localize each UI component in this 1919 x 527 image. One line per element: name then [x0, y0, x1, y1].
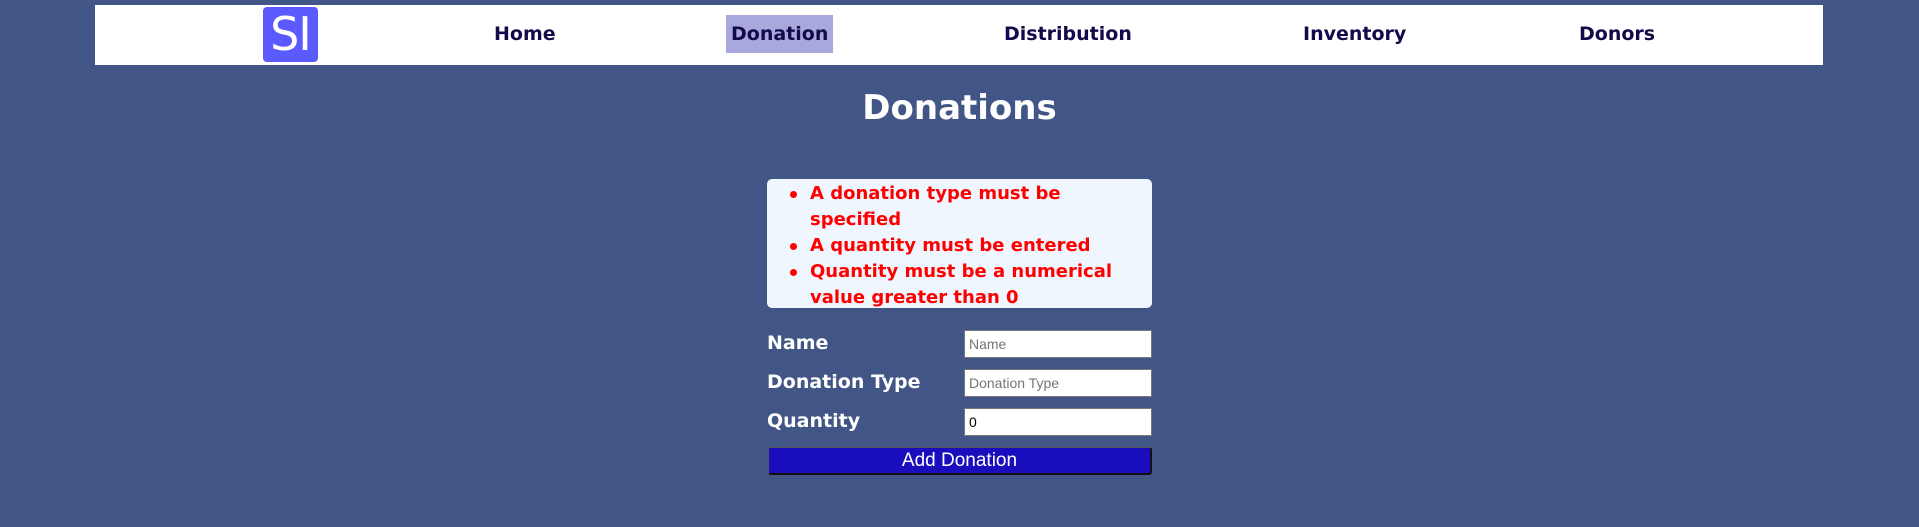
name-label: Name [767, 332, 829, 354]
quantity-row: Quantity [767, 408, 1152, 436]
nav-home[interactable]: Home [489, 15, 561, 53]
error-item: A donation type must be specified [790, 181, 1152, 233]
nav-donation[interactable]: Donation [726, 15, 834, 53]
nav-distribution[interactable]: Distribution [999, 15, 1137, 53]
name-input[interactable] [964, 330, 1152, 358]
add-donation-button[interactable]: Add Donation [768, 447, 1152, 475]
logo[interactable]: SI [263, 7, 318, 62]
name-row: Name [767, 330, 1152, 358]
donation-type-input[interactable] [964, 369, 1152, 397]
navbar: SI Home Donation Distribution Inventory … [95, 5, 1823, 65]
donation-type-label: Donation Type [767, 371, 921, 393]
donation-type-row: Donation Type [767, 369, 1152, 397]
nav-donors[interactable]: Donors [1574, 15, 1660, 53]
page-title: Donations [862, 88, 1057, 128]
quantity-label: Quantity [767, 410, 861, 432]
quantity-input[interactable] [964, 408, 1152, 436]
error-summary: A donation type must be specified A quan… [767, 179, 1152, 308]
error-item: A quantity must be entered [790, 233, 1152, 259]
error-list: A donation type must be specified A quan… [767, 179, 1152, 311]
nav-inventory[interactable]: Inventory [1298, 15, 1411, 53]
error-item: Quantity must be a numerical value great… [790, 259, 1152, 311]
